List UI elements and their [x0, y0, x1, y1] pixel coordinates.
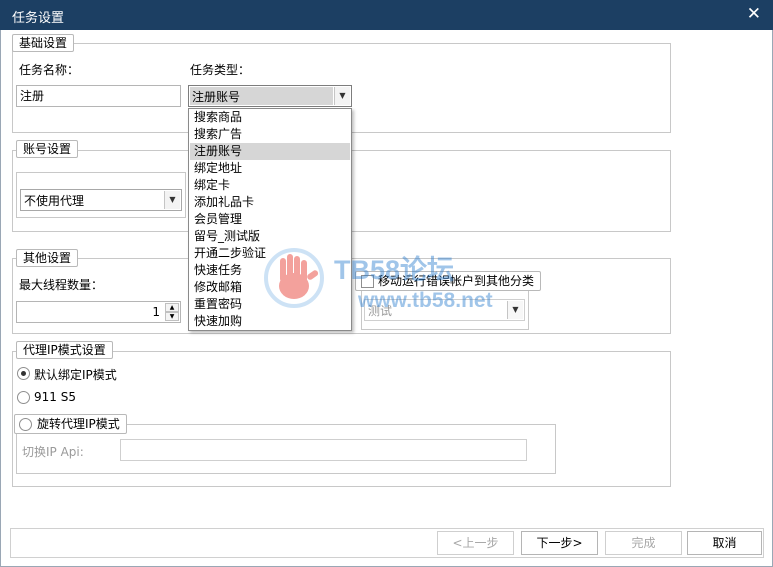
dropdown-option[interactable]: 快速加购: [190, 313, 350, 330]
switch-ip-api-input[interactable]: [120, 439, 527, 461]
radio-rotate-proxy-ip[interactable]: [19, 418, 32, 431]
task-type-value: 注册账号: [192, 90, 241, 104]
dropdown-option[interactable]: 会员管理: [190, 211, 350, 228]
default-ip-mode-label[interactable]: 默认绑定IP模式: [34, 366, 117, 383]
switch-ip-api-label: 切换IP Api:: [22, 445, 84, 459]
proxy-select[interactable]: 不使用代理 ▼: [20, 189, 182, 211]
category-value: 测试: [368, 304, 393, 318]
prev-step-button[interactable]: <上一步: [437, 531, 514, 555]
task-type-label: 任务类型：: [190, 63, 251, 77]
rotate-proxy-ip-label: 旋转代理IP模式: [37, 417, 120, 431]
dropdown-option[interactable]: 快速任务: [190, 262, 350, 279]
finish-button[interactable]: 完成: [605, 531, 682, 555]
next-step-button[interactable]: 下一步>: [521, 531, 598, 555]
window-title: 任务设置: [12, 11, 65, 26]
proxy-ip-mode-legend: 代理IP模式设置: [16, 341, 113, 359]
max-threads-value: 1: [152, 305, 160, 319]
911-s5-label[interactable]: 911 S5: [34, 390, 76, 404]
basic-settings-legend: 基础设置: [12, 34, 75, 52]
radio-911-s5[interactable]: [17, 391, 30, 404]
stepper-up-icon[interactable]: ▲: [165, 303, 179, 312]
proxy-value: 不使用代理: [24, 194, 85, 208]
chevron-down-icon[interactable]: ▼: [507, 301, 523, 319]
dropdown-option[interactable]: 重置密码: [190, 296, 350, 313]
move-error-label: 移动运行错误帐户到其他分类: [378, 274, 535, 288]
category-select[interactable]: 测试 ▼: [364, 299, 525, 321]
dropdown-option[interactable]: 留号_测试版: [190, 228, 350, 245]
task-name-input[interactable]: 注册: [16, 85, 181, 107]
task-name-label: 任务名称：: [19, 63, 80, 77]
task-type-select[interactable]: 注册账号 ▼: [188, 85, 352, 107]
dropdown-option[interactable]: 绑定卡: [190, 177, 350, 194]
cancel-button[interactable]: 取消: [687, 531, 762, 555]
close-icon[interactable]: ✕: [747, 4, 761, 24]
move-error-checkbox[interactable]: [361, 275, 374, 288]
title-bar: 任务设置 ✕: [0, 0, 773, 30]
max-threads-label: 最大线程数量：: [19, 278, 104, 292]
dropdown-option[interactable]: 搜索广告: [190, 126, 350, 143]
other-settings-legend: 其他设置: [16, 249, 79, 267]
stepper-down-icon[interactable]: ▼: [165, 312, 179, 321]
dropdown-option[interactable]: 添加礼品卡: [190, 194, 350, 211]
dropdown-option[interactable]: 搜索商品: [190, 109, 350, 126]
radio-default-ip-mode[interactable]: [17, 367, 30, 380]
dropdown-option-selected[interactable]: 注册账号: [190, 143, 350, 160]
chevron-down-icon[interactable]: ▼: [164, 191, 180, 209]
dropdown-option[interactable]: 开通二步验证: [190, 245, 350, 262]
max-threads-stepper[interactable]: 1 ▲ ▼: [16, 301, 181, 323]
rotate-proxy-radio-row[interactable]: 旋转代理IP模式: [14, 414, 127, 434]
task-type-dropdown-list: 搜索商品 搜索广告 注册账号 绑定地址 绑定卡 添加礼品卡 会员管理 留号_测试…: [188, 108, 352, 331]
chevron-down-icon[interactable]: ▼: [334, 87, 350, 105]
dropdown-option[interactable]: 绑定地址: [190, 160, 350, 177]
account-settings-legend: 账号设置: [16, 140, 79, 158]
dropdown-option[interactable]: 修改邮箱: [190, 279, 350, 296]
move-error-checkbox-row[interactable]: 移动运行错误帐户到其他分类: [355, 271, 542, 291]
